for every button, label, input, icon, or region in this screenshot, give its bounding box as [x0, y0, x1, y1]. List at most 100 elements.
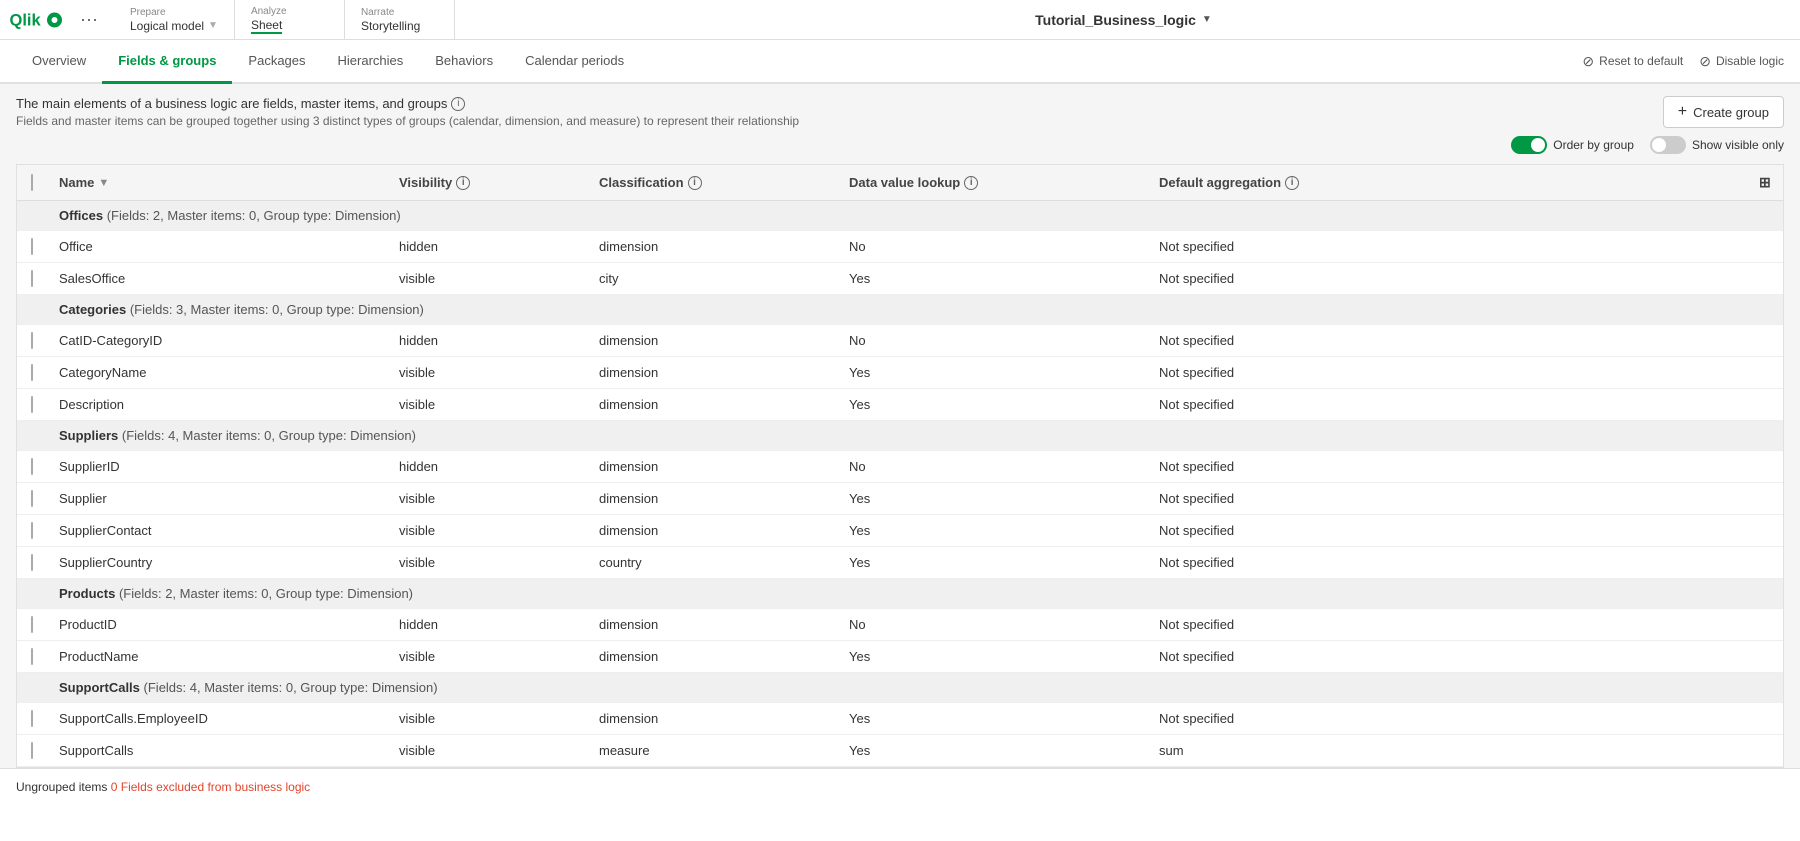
columns-icon[interactable]: ⊞ — [1759, 174, 1771, 190]
table-row[interactable]: SupplierCountry visible country Yes Not … — [17, 547, 1783, 579]
group-header-row[interactable]: SupportCalls (Fields: 4, Master items: 0… — [17, 673, 1783, 703]
table-row[interactable]: SupplierID hidden dimension No Not speci… — [17, 451, 1783, 483]
row-actions — [1747, 389, 1783, 421]
row-visibility: hidden — [387, 609, 587, 641]
row-default-aggregation: Not specified — [1147, 451, 1747, 483]
row-default-aggregation: Not specified — [1147, 263, 1747, 295]
table-header: Name ▼ Visibility i Classification — [17, 165, 1783, 201]
narrate-section[interactable]: Narrate Storytelling — [345, 0, 455, 39]
tab-fields-groups[interactable]: Fields & groups — [102, 40, 232, 84]
row-classification: dimension — [587, 357, 837, 389]
order-by-group-toggle-label[interactable]: Order by group — [1511, 136, 1634, 154]
row-checkbox[interactable] — [31, 554, 33, 571]
content-header: The main elements of a business logic ar… — [16, 96, 1784, 164]
row-checkbox[interactable] — [31, 332, 33, 349]
row-data-value-lookup: No — [837, 451, 1147, 483]
row-checkbox[interactable] — [31, 710, 33, 727]
group-header-row[interactable]: Offices (Fields: 2, Master items: 0, Gro… — [17, 201, 1783, 231]
create-group-button[interactable]: + Create group — [1663, 96, 1784, 128]
group-checkbox-cell — [17, 673, 47, 703]
ungrouped-items-link[interactable]: 0 Fields excluded from business logic — [111, 780, 310, 794]
table-row[interactable]: ProductName visible dimension Yes Not sp… — [17, 641, 1783, 673]
row-checkbox[interactable] — [31, 742, 33, 759]
table-row[interactable]: SupportCalls visible measure Yes sum — [17, 735, 1783, 767]
group-header-row[interactable]: Products (Fields: 2, Master items: 0, Gr… — [17, 579, 1783, 609]
row-name: ProductID — [47, 609, 387, 641]
table-row[interactable]: CatID-CategoryID hidden dimension No Not… — [17, 325, 1783, 357]
tab-calendar-periods[interactable]: Calendar periods — [509, 40, 640, 84]
row-default-aggregation: Not specified — [1147, 641, 1747, 673]
row-checkbox[interactable] — [31, 238, 33, 255]
reset-label: Reset to default — [1599, 54, 1683, 68]
group-header-row[interactable]: Categories (Fields: 3, Master items: 0, … — [17, 295, 1783, 325]
show-visible-only-toggle[interactable] — [1650, 136, 1686, 154]
analyze-section[interactable]: Analyze Sheet — [235, 0, 345, 39]
row-checkbox[interactable] — [31, 364, 33, 381]
main-info-icon[interactable]: i — [451, 97, 465, 111]
fields-table: Name ▼ Visibility i Classification — [17, 165, 1783, 767]
prepare-section[interactable]: Prepare Logical model ▼ — [114, 0, 235, 39]
table-row[interactable]: CategoryName visible dimension Yes Not s… — [17, 357, 1783, 389]
table-row[interactable]: SupportCalls.EmployeeID visible dimensio… — [17, 703, 1783, 735]
table-row[interactable]: Office hidden dimension No Not specified — [17, 231, 1783, 263]
group-header-row[interactable]: Suppliers (Fields: 4, Master items: 0, G… — [17, 421, 1783, 451]
row-checkbox[interactable] — [31, 616, 33, 633]
table-row[interactable]: SupplierContact visible dimension Yes No… — [17, 515, 1783, 547]
row-checkbox[interactable] — [31, 270, 33, 287]
row-visibility: visible — [387, 515, 587, 547]
table-row[interactable]: ProductID hidden dimension No Not specif… — [17, 609, 1783, 641]
more-menu-icon[interactable]: ··· — [80, 9, 98, 30]
reset-to-default-button[interactable]: ⊘ Reset to default — [1582, 53, 1683, 70]
classification-info-icon[interactable]: i — [688, 176, 702, 190]
row-checkbox-cell — [17, 515, 47, 547]
table-row[interactable]: Supplier visible dimension Yes Not speci… — [17, 483, 1783, 515]
th-columns-icon[interactable]: ⊞ — [1747, 165, 1783, 201]
row-checkbox-cell — [17, 231, 47, 263]
narrate-value: Storytelling — [361, 19, 438, 33]
row-checkbox[interactable] — [31, 522, 33, 539]
row-default-aggregation: Not specified — [1147, 547, 1747, 579]
row-actions — [1747, 451, 1783, 483]
row-checkbox-cell — [17, 735, 47, 767]
toggle-controls-row: Order by group Show visible only — [1511, 136, 1784, 154]
row-classification: dimension — [587, 483, 837, 515]
row-actions — [1747, 263, 1783, 295]
th-visibility: Visibility i — [387, 165, 587, 201]
tab-behaviors[interactable]: Behaviors — [419, 40, 509, 84]
tab-packages[interactable]: Packages — [232, 40, 321, 84]
row-classification: city — [587, 263, 837, 295]
visibility-info-icon[interactable]: i — [456, 176, 470, 190]
ungrouped-items-label: Ungrouped items — [16, 780, 107, 794]
row-checkbox[interactable] — [31, 490, 33, 507]
tab-hierarchies[interactable]: Hierarchies — [322, 40, 420, 84]
row-data-value-lookup: Yes — [837, 357, 1147, 389]
disable-logic-button[interactable]: ⊘ Disable logic — [1699, 53, 1784, 70]
tab-overview[interactable]: Overview — [16, 40, 102, 84]
row-classification: dimension — [587, 703, 837, 735]
header-checkbox[interactable] — [31, 174, 33, 191]
table-row[interactable]: SalesOffice visible city Yes Not specifi… — [17, 263, 1783, 295]
group-name: Offices — [59, 208, 103, 223]
row-actions — [1747, 703, 1783, 735]
filter-icon[interactable]: ▼ — [98, 177, 109, 189]
row-checkbox[interactable] — [31, 458, 33, 475]
tabs-bar: Overview Fields & groups Packages Hierar… — [0, 40, 1800, 84]
group-name-cell: Products (Fields: 2, Master items: 0, Gr… — [47, 579, 1783, 609]
row-data-value-lookup: Yes — [837, 703, 1147, 735]
group-meta: (Fields: 2, Master items: 0, Group type:… — [107, 208, 401, 223]
row-checkbox[interactable] — [31, 396, 33, 413]
row-actions — [1747, 515, 1783, 547]
show-visible-only-toggle-label[interactable]: Show visible only — [1650, 136, 1784, 154]
app-title-chevron[interactable]: ▼ — [1202, 14, 1212, 25]
table-row[interactable]: Description visible dimension Yes Not sp… — [17, 389, 1783, 421]
row-default-aggregation: Not specified — [1147, 389, 1747, 421]
bottom-bar: Ungrouped items 0 Fields excluded from b… — [0, 768, 1800, 804]
row-name: SalesOffice — [47, 263, 387, 295]
default-aggregation-info-icon[interactable]: i — [1285, 176, 1299, 190]
row-classification: country — [587, 547, 837, 579]
row-checkbox[interactable] — [31, 648, 33, 665]
prepare-value: Logical model ▼ — [130, 19, 218, 33]
data-value-lookup-info-icon[interactable]: i — [964, 176, 978, 190]
order-by-group-toggle[interactable] — [1511, 136, 1547, 154]
th-classification-label: Classification — [599, 175, 684, 190]
